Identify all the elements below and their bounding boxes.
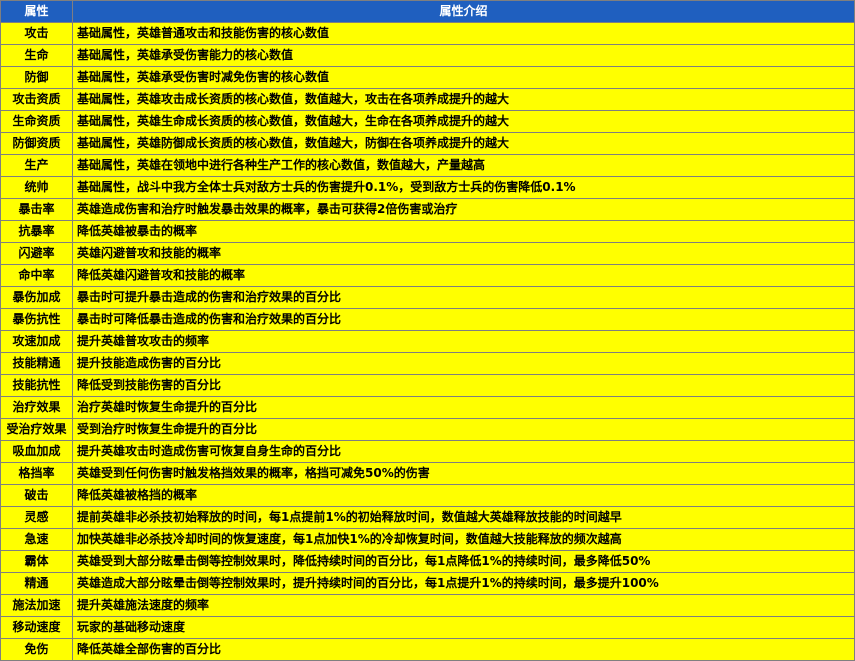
table-row: 命中率 降低英雄闪避普攻和技能的概率 (0, 264, 855, 287)
attribute-name: 统帅 (0, 176, 73, 199)
table-row: 暴伤抗性 暴击时可降低暴击造成的伤害和治疗效果的百分比 (0, 308, 855, 331)
table-row: 吸血加成 提升英雄攻击时造成伤害可恢复自身生命的百分比 (0, 440, 855, 463)
attribute-name: 急速 (0, 528, 73, 551)
table-row: 技能精通 提升技能造成伤害的百分比 (0, 352, 855, 375)
table-row: 攻击 基础属性，英雄普通攻击和技能伤害的核心数值 (0, 22, 855, 45)
attribute-name: 生产 (0, 154, 73, 177)
header-description: 属性介绍 (72, 0, 855, 23)
table-row: 技能抗性 降低受到技能伤害的百分比 (0, 374, 855, 397)
table-row: 施法加速 提升英雄施法速度的频率 (0, 594, 855, 617)
table-row: 急速 加快英雄非必杀技冷却时间的恢复速度，每1点加快1%的冷却恢复时间，数值越大技… (0, 528, 855, 551)
table-row: 攻击资质 基础属性，英雄攻击成长资质的核心数值，数值越大，攻击在各项养成提升的越大 (0, 88, 855, 111)
attribute-name: 受治疗效果 (0, 418, 73, 441)
attribute-description: 提前英雄非必杀技初始释放的时间，每1点提前1%的初始释放时间，数值越大英雄释放技… (72, 506, 855, 529)
attribute-description: 提升英雄施法速度的频率 (72, 594, 855, 617)
attribute-description: 英雄受到大部分眩晕击倒等控制效果时，降低持续时间的百分比，每1点降低1%的持续时… (72, 550, 855, 573)
table-row: 闪避率 英雄闪避普攻和技能的概率 (0, 242, 855, 265)
table-row: 灵感 提前英雄非必杀技初始释放的时间，每1点提前1%的初始释放时间，数值越大英雄释… (0, 506, 855, 529)
attribute-name: 精通 (0, 572, 73, 595)
attribute-name: 霸体 (0, 550, 73, 573)
attribute-name: 破击 (0, 484, 73, 507)
attribute-name: 技能精通 (0, 352, 73, 375)
attribute-description: 治疗英雄时恢复生命提升的百分比 (72, 396, 855, 419)
attribute-description: 加快英雄非必杀技冷却时间的恢复速度，每1点加快1%的冷却恢复时间，数值越大技能释… (72, 528, 855, 551)
attribute-name: 移动速度 (0, 616, 73, 639)
attribute-name: 抗暴率 (0, 220, 73, 243)
table-row: 霸体 英雄受到大部分眩晕击倒等控制效果时，降低持续时间的百分比，每1点降低1%的持… (0, 550, 855, 573)
table-row: 暴击率 英雄造成伤害和治疗时触发暴击效果的概率，暴击可获得2倍伤害或治疗 (0, 198, 855, 221)
table-row: 防御 基础属性，英雄承受伤害时减免伤害的核心数值 (0, 66, 855, 89)
attribute-table: 属性 属性介绍 攻击 基础属性，英雄普通攻击和技能伤害的核心数值 生命 基础属性，英雄… (0, 0, 855, 661)
attribute-description: 受到治疗时恢复生命提升的百分比 (72, 418, 855, 441)
attribute-description: 降低英雄被格挡的概率 (72, 484, 855, 507)
attribute-name: 防御资质 (0, 132, 73, 155)
attribute-name: 生命资质 (0, 110, 73, 133)
attribute-name: 闪避率 (0, 242, 73, 265)
attribute-name: 防御 (0, 66, 73, 89)
table-row: 生命 基础属性，英雄承受伤害能力的核心数值 (0, 44, 855, 67)
attribute-description: 基础属性，英雄普通攻击和技能伤害的核心数值 (72, 22, 855, 45)
table-row: 格挡率 英雄受到任何伤害时触发格挡效果的概率，格挡可减免50%的伤害 (0, 462, 855, 485)
table-row: 抗暴率 降低英雄被暴击的概率 (0, 220, 855, 243)
attribute-description: 英雄造成大部分眩晕击倒等控制效果时，提升持续时间的百分比，每1点提升1%的持续时… (72, 572, 855, 595)
table-row: 暴伤加成 暴击时可提升暴击造成的伤害和治疗效果的百分比 (0, 286, 855, 309)
table-row: 生产 基础属性，英雄在领地中进行各种生产工作的核心数值，数值越大，产量越高 (0, 154, 855, 177)
attribute-name: 灵感 (0, 506, 73, 529)
attribute-name: 生命 (0, 44, 73, 67)
attribute-description: 降低英雄全部伤害的百分比 (72, 638, 855, 661)
attribute-name: 攻击 (0, 22, 73, 45)
attribute-description: 英雄造成伤害和治疗时触发暴击效果的概率，暴击可获得2倍伤害或治疗 (72, 198, 855, 221)
attribute-name: 施法加速 (0, 594, 73, 617)
attribute-description: 基础属性，英雄防御成长资质的核心数值，数值越大，防御在各项养成提升的越大 (72, 132, 855, 155)
table-row: 统帅 基础属性，战斗中我方全体士兵对敌方士兵的伤害提升0.1%，受到敌方士兵的伤害… (0, 176, 855, 199)
table-row: 治疗效果 治疗英雄时恢复生命提升的百分比 (0, 396, 855, 419)
attribute-name: 格挡率 (0, 462, 73, 485)
attribute-name: 暴击率 (0, 198, 73, 221)
attribute-name: 免伤 (0, 638, 73, 661)
attribute-name: 技能抗性 (0, 374, 73, 397)
attribute-description: 暴击时可提升暴击造成的伤害和治疗效果的百分比 (72, 286, 855, 309)
table-row: 免伤 降低英雄全部伤害的百分比 (0, 638, 855, 661)
attribute-description: 基础属性，英雄攻击成长资质的核心数值，数值越大，攻击在各项养成提升的越大 (72, 88, 855, 111)
table-row: 受治疗效果 受到治疗时恢复生命提升的百分比 (0, 418, 855, 441)
attribute-name: 暴伤抗性 (0, 308, 73, 331)
attribute-name: 攻击资质 (0, 88, 73, 111)
attribute-description: 基础属性，英雄在领地中进行各种生产工作的核心数值，数值越大，产量越高 (72, 154, 855, 177)
attribute-description: 玩家的基础移动速度 (72, 616, 855, 639)
attribute-description: 降低英雄被暴击的概率 (72, 220, 855, 243)
attribute-description: 提升英雄攻击时造成伤害可恢复自身生命的百分比 (72, 440, 855, 463)
attribute-name: 吸血加成 (0, 440, 73, 463)
header-attribute: 属性 (0, 0, 73, 23)
attribute-description: 提升技能造成伤害的百分比 (72, 352, 855, 375)
attribute-name: 攻速加成 (0, 330, 73, 353)
table-row: 破击 降低英雄被格挡的概率 (0, 484, 855, 507)
attribute-description: 基础属性，战斗中我方全体士兵对敌方士兵的伤害提升0.1%，受到敌方士兵的伤害降低… (72, 176, 855, 199)
attribute-description: 基础属性，英雄承受伤害时减免伤害的核心数值 (72, 66, 855, 89)
attribute-name: 治疗效果 (0, 396, 73, 419)
attribute-name: 暴伤加成 (0, 286, 73, 309)
table-row: 防御资质 基础属性，英雄防御成长资质的核心数值，数值越大，防御在各项养成提升的越大 (0, 132, 855, 155)
table-header-row: 属性 属性介绍 (0, 0, 855, 23)
attribute-description: 英雄受到任何伤害时触发格挡效果的概率，格挡可减免50%的伤害 (72, 462, 855, 485)
attribute-description: 提升英雄普攻攻击的频率 (72, 330, 855, 353)
attribute-description: 降低受到技能伤害的百分比 (72, 374, 855, 397)
attribute-name: 命中率 (0, 264, 73, 287)
attribute-description: 暴击时可降低暴击造成的伤害和治疗效果的百分比 (72, 308, 855, 331)
table-row: 精通 英雄造成大部分眩晕击倒等控制效果时，提升持续时间的百分比，每1点提升1%的持… (0, 572, 855, 595)
table-row: 生命资质 基础属性，英雄生命成长资质的核心数值，数值越大，生命在各项养成提升的越大 (0, 110, 855, 133)
attribute-description: 英雄闪避普攻和技能的概率 (72, 242, 855, 265)
table-row: 移动速度 玩家的基础移动速度 (0, 616, 855, 639)
attribute-description: 基础属性，英雄生命成长资质的核心数值，数值越大，生命在各项养成提升的越大 (72, 110, 855, 133)
attribute-description: 基础属性，英雄承受伤害能力的核心数值 (72, 44, 855, 67)
attribute-description: 降低英雄闪避普攻和技能的概率 (72, 264, 855, 287)
table-row: 攻速加成 提升英雄普攻攻击的频率 (0, 330, 855, 353)
